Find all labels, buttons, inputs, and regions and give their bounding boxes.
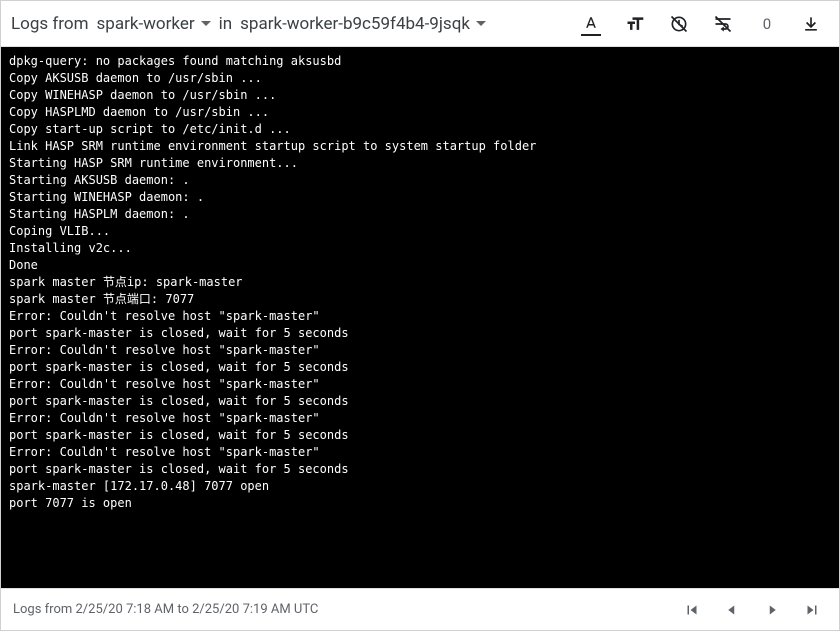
download-button[interactable] bbox=[791, 4, 831, 44]
last-page-button[interactable] bbox=[797, 595, 827, 625]
font-size-button[interactable] bbox=[615, 4, 655, 44]
log-output[interactable]: dpkg-query: no packages found matching a… bbox=[1, 47, 839, 588]
timestamp-toggle-button[interactable] bbox=[659, 4, 699, 44]
dropdown-arrow-icon bbox=[201, 21, 211, 26]
font-color-button[interactable] bbox=[571, 4, 611, 44]
logs-from-label: Logs from bbox=[9, 10, 91, 38]
pod-selector[interactable]: spark-worker-b9c59f4b4-9jsqk bbox=[238, 10, 488, 38]
time-range-label: Logs from 2/25/20 7:18 AM to 2/25/20 7:1… bbox=[13, 602, 318, 617]
wrap-toggle-button[interactable] bbox=[703, 4, 743, 44]
prev-page-button[interactable] bbox=[717, 595, 747, 625]
new-logs-count[interactable]: 0 bbox=[747, 4, 787, 44]
new-logs-count-value: 0 bbox=[763, 15, 771, 33]
dropdown-arrow-icon bbox=[476, 21, 486, 26]
container-selector[interactable]: spark-worker bbox=[95, 10, 213, 38]
log-header: Logs from spark-worker in spark-worker-b… bbox=[1, 1, 839, 47]
pod-selector-value: spark-worker-b9c59f4b4-9jsqk bbox=[240, 14, 470, 34]
log-footer: Logs from 2/25/20 7:18 AM to 2/25/20 7:1… bbox=[1, 588, 839, 630]
next-page-button[interactable] bbox=[757, 595, 787, 625]
log-toolbar: 0 bbox=[571, 4, 831, 44]
in-label: in bbox=[217, 10, 235, 38]
first-page-button[interactable] bbox=[677, 595, 707, 625]
pager bbox=[677, 595, 827, 625]
container-selector-value: spark-worker bbox=[97, 14, 195, 34]
